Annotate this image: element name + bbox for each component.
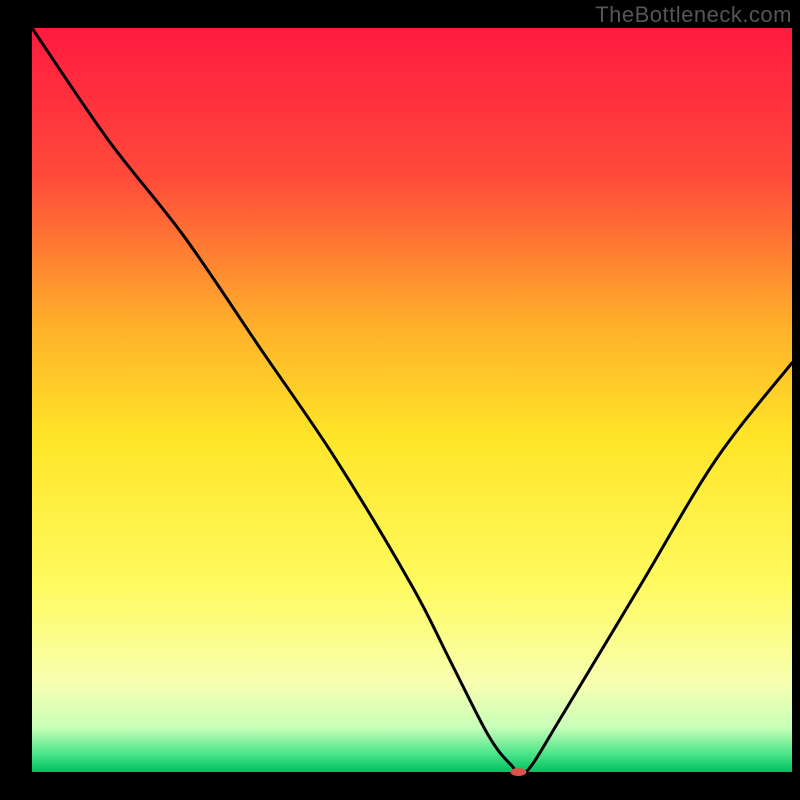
bottleneck-chart: [0, 0, 800, 800]
watermark-label: TheBottleneck.com: [595, 2, 792, 28]
optimal-marker: [510, 768, 526, 776]
chart-frame: TheBottleneck.com: [0, 0, 800, 800]
plot-background: [32, 28, 792, 772]
